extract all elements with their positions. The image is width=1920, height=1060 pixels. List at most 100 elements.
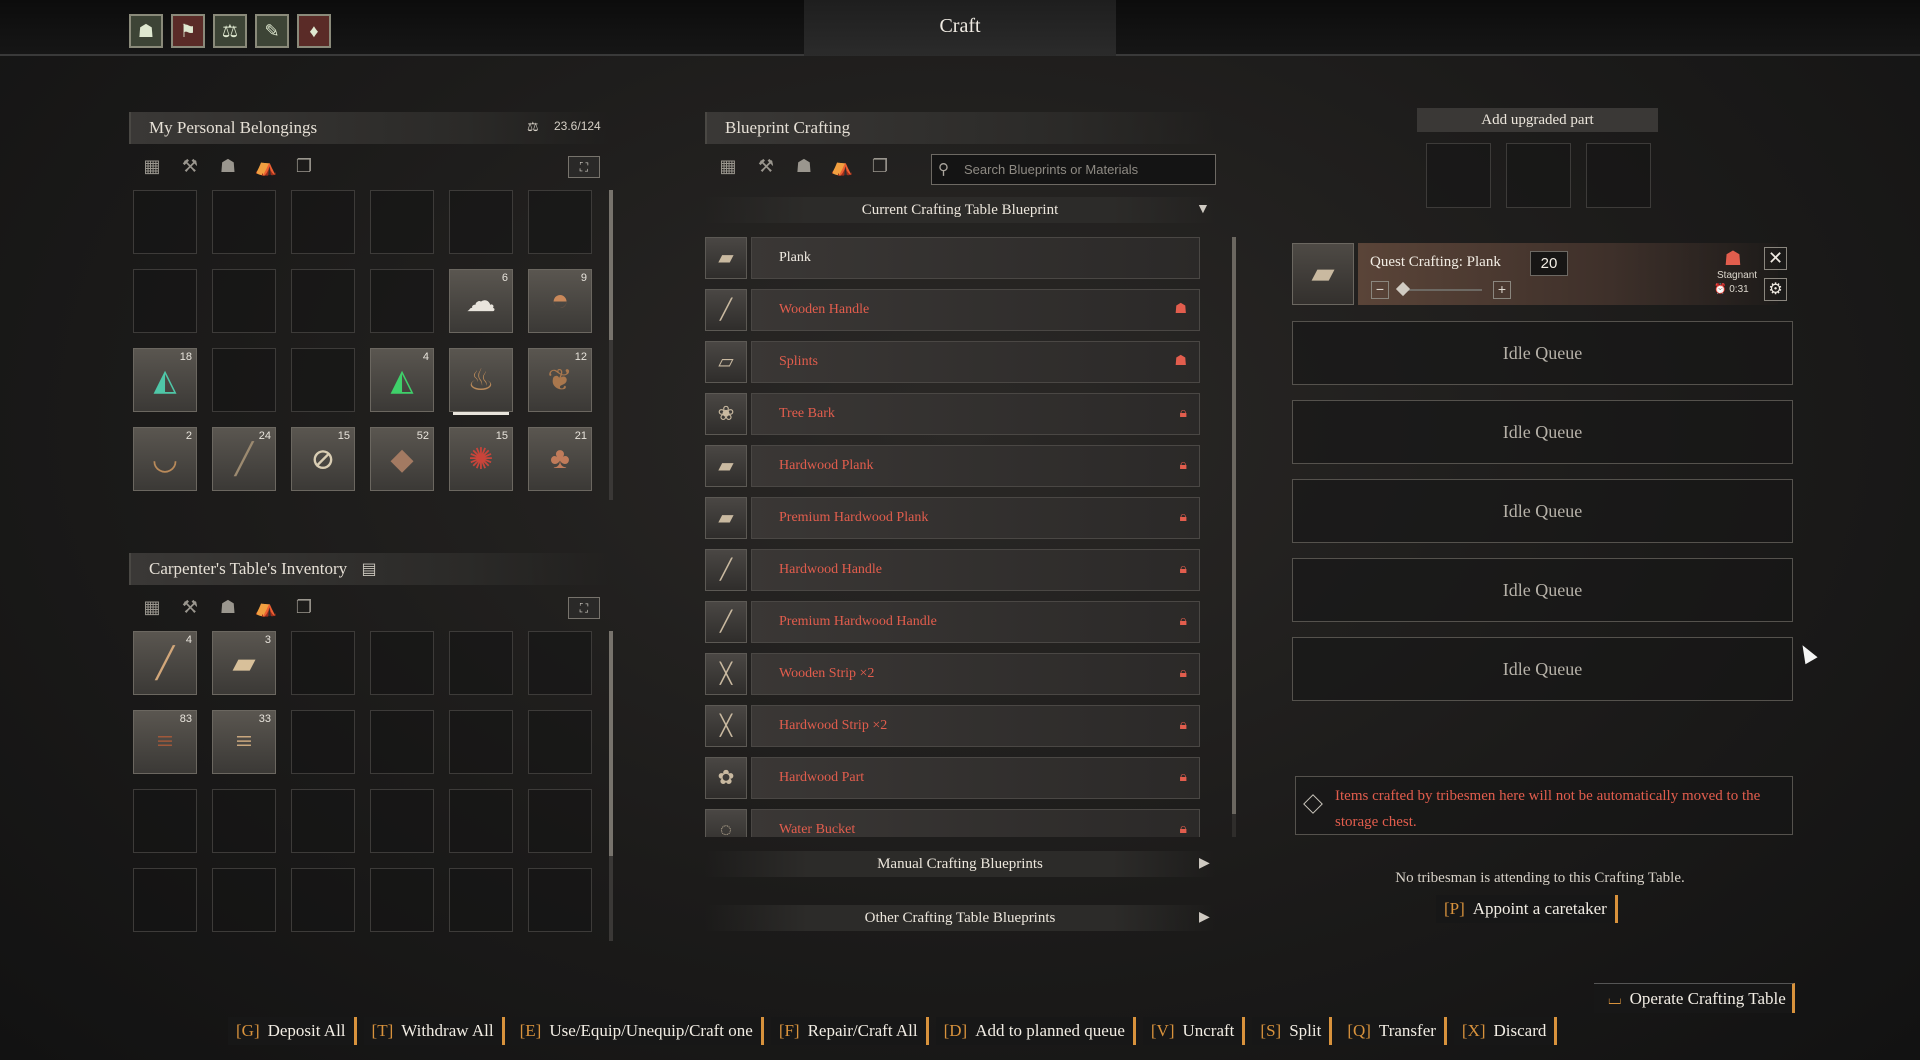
inventory-slot[interactable] bbox=[212, 348, 276, 412]
idle-queue-slot[interactable]: Idle Queue bbox=[1292, 637, 1793, 701]
blueprint-row[interactable]: ✿ Hardwood Part 🔒︎ bbox=[705, 757, 1200, 799]
inventory-slot[interactable]: ⊘ 15 bbox=[291, 427, 355, 491]
character-icon[interactable]: ☗ bbox=[129, 14, 163, 48]
table-inventory-slot[interactable] bbox=[528, 710, 592, 774]
decrease-button[interactable]: − bbox=[1371, 281, 1389, 299]
table-inventory-slot[interactable]: ▰ 3 bbox=[212, 631, 276, 695]
appoint-caretaker-button[interactable]: [P] Appoint a caretaker bbox=[1436, 895, 1618, 923]
table-inventory-slot[interactable] bbox=[291, 789, 355, 853]
table-inventory-slot[interactable] bbox=[370, 710, 434, 774]
table-inventory-slot[interactable] bbox=[133, 789, 197, 853]
blood-icon[interactable]: ♦ bbox=[297, 14, 331, 48]
armor-icon[interactable]: ☗ bbox=[215, 597, 241, 617]
increase-button[interactable]: + bbox=[1493, 281, 1511, 299]
tools-icon[interactable]: ⚒ bbox=[753, 156, 779, 176]
expand-triangle-icon[interactable]: ▶ bbox=[1199, 855, 1210, 872]
misc-icon[interactable]: ❐ bbox=[291, 597, 317, 617]
table-inventory-slot[interactable] bbox=[291, 710, 355, 774]
current-blueprint-section[interactable]: Current Crafting Table Blueprint bbox=[705, 197, 1215, 223]
inventory-slot[interactable]: ◆ 52 bbox=[370, 427, 434, 491]
materials-icon[interactable]: ▦ bbox=[715, 156, 741, 176]
armor-icon[interactable]: ☗ bbox=[791, 156, 817, 176]
queue-settings-button[interactable]: ⚙ bbox=[1764, 278, 1787, 301]
hotkey-button-transfer[interactable]: [Q] Transfer bbox=[1339, 1017, 1447, 1045]
camp-icon[interactable]: ⛺ bbox=[253, 597, 279, 617]
camp-icon[interactable]: ⛺ bbox=[253, 156, 279, 176]
inventory-slot[interactable] bbox=[133, 190, 197, 254]
table-inventory-slot[interactable] bbox=[370, 631, 434, 695]
quantity-input[interactable]: 20 bbox=[1530, 251, 1568, 276]
hotkey-button-deposit-all[interactable]: [G] Deposit All bbox=[228, 1017, 357, 1045]
table-inventory-slot[interactable]: ≡ 33 bbox=[212, 710, 276, 774]
upgrade-slot[interactable] bbox=[1506, 143, 1571, 208]
blueprint-row[interactable]: ▱ Splints ☗ bbox=[705, 341, 1200, 383]
inventory-slot[interactable]: ╱ 24 bbox=[212, 427, 276, 491]
tribe-icon[interactable]: ⚑ bbox=[171, 14, 205, 48]
inventory-slot[interactable]: ♨ bbox=[449, 348, 513, 412]
hotkey-button-discard[interactable]: [X] Discard bbox=[1453, 1017, 1558, 1045]
weight-icon[interactable]: ⚖ bbox=[213, 14, 247, 48]
table-inventory-slot[interactable] bbox=[528, 789, 592, 853]
tools-icon[interactable]: ⚒ bbox=[177, 156, 203, 176]
build-icon[interactable]: ✎ bbox=[255, 14, 289, 48]
table-inventory-slot[interactable] bbox=[449, 789, 513, 853]
other-blueprints-section[interactable]: Other Crafting Table Blueprints bbox=[705, 905, 1215, 931]
inventory-slot[interactable] bbox=[370, 190, 434, 254]
blueprint-row[interactable]: ╳ Hardwood Strip ×2 🔒︎ bbox=[705, 705, 1200, 747]
table-inventory-slot[interactable] bbox=[291, 631, 355, 695]
table-inventory-slot[interactable] bbox=[528, 631, 592, 695]
inventory-slot[interactable]: ◭ 18 bbox=[133, 348, 197, 412]
idle-queue-slot[interactable]: Idle Queue bbox=[1292, 321, 1793, 385]
misc-icon[interactable]: ❐ bbox=[291, 156, 317, 176]
inventory-slot[interactable] bbox=[291, 348, 355, 412]
inventory-slot[interactable]: ◓ 9 bbox=[528, 269, 592, 333]
table-inventory-slot[interactable] bbox=[370, 789, 434, 853]
hotkey-button-withdraw-all[interactable]: [T] Withdraw All bbox=[363, 1017, 505, 1045]
inventory-slot[interactable] bbox=[370, 269, 434, 333]
expand-carpenter-button[interactable]: ⛶ bbox=[568, 597, 600, 619]
inventory-slot[interactable] bbox=[291, 190, 355, 254]
blueprint-row[interactable]: ╱ Hardwood Handle 🔒︎ bbox=[705, 549, 1200, 591]
materials-icon[interactable]: ▦ bbox=[139, 597, 165, 617]
inventory-slot[interactable] bbox=[449, 190, 513, 254]
inventory-slot[interactable] bbox=[212, 190, 276, 254]
blueprint-row[interactable]: ▰ Premium Hardwood Plank 🔒︎ bbox=[705, 497, 1200, 539]
materials-icon[interactable]: ▦ bbox=[139, 156, 165, 176]
table-inventory-slot[interactable] bbox=[133, 868, 197, 932]
table-inventory-slot[interactable] bbox=[291, 868, 355, 932]
inventory-slot[interactable]: ◭ 4 bbox=[370, 348, 434, 412]
idle-queue-slot[interactable]: Idle Queue bbox=[1292, 400, 1793, 464]
personal-scrollbar[interactable] bbox=[609, 190, 613, 500]
blueprint-row[interactable]: ❀ Tree Bark 🔒︎ bbox=[705, 393, 1200, 435]
inventory-slot[interactable] bbox=[133, 269, 197, 333]
inventory-slot[interactable] bbox=[528, 190, 592, 254]
inventory-slot[interactable] bbox=[212, 269, 276, 333]
blueprint-row[interactable]: ◌ Water Bucket 🔒︎ bbox=[705, 809, 1200, 837]
table-inventory-slot[interactable] bbox=[528, 868, 592, 932]
inventory-slot[interactable]: ☁ 6 bbox=[449, 269, 513, 333]
blueprint-row[interactable]: ╳ Wooden Strip ×2 🔒︎ bbox=[705, 653, 1200, 695]
table-inventory-slot[interactable] bbox=[449, 868, 513, 932]
blueprint-row[interactable]: ▰ Plank bbox=[705, 237, 1200, 279]
table-inventory-slot[interactable]: ╱ 4 bbox=[133, 631, 197, 695]
notes-icon[interactable]: ▤ bbox=[361, 561, 376, 578]
inventory-slot[interactable]: ❦ 12 bbox=[528, 348, 592, 412]
inventory-slot[interactable]: ♣ 21 bbox=[528, 427, 592, 491]
expand-personal-button[interactable]: ⛶ bbox=[568, 156, 600, 178]
tools-icon[interactable]: ⚒ bbox=[177, 597, 203, 617]
hotkey-button-uncraft[interactable]: [V] Uncraft bbox=[1142, 1017, 1246, 1045]
hotkey-button-use-equip-unequip-craft-one[interactable]: [E] Use/Equip/Unequip/Craft one bbox=[511, 1017, 764, 1045]
table-inventory-slot[interactable] bbox=[449, 631, 513, 695]
table-inventory-slot[interactable]: ≡ 83 bbox=[133, 710, 197, 774]
quantity-slider[interactable] bbox=[1400, 289, 1482, 291]
upgrade-slot[interactable] bbox=[1586, 143, 1651, 208]
inventory-slot[interactable]: ◡ 2 bbox=[133, 427, 197, 491]
camp-icon[interactable]: ⛺ bbox=[829, 156, 855, 176]
hotkey-button-split[interactable]: [S] Split bbox=[1252, 1017, 1333, 1045]
hotkey-button-add-to-planned-queue[interactable]: [D] Add to planned queue bbox=[935, 1017, 1136, 1045]
idle-queue-slot[interactable]: Idle Queue bbox=[1292, 558, 1793, 622]
table-inventory-slot[interactable] bbox=[449, 710, 513, 774]
misc-icon[interactable]: ❐ bbox=[867, 156, 893, 176]
armor-icon[interactable]: ☗ bbox=[215, 156, 241, 176]
personal-scroll-thumb[interactable] bbox=[609, 190, 613, 340]
